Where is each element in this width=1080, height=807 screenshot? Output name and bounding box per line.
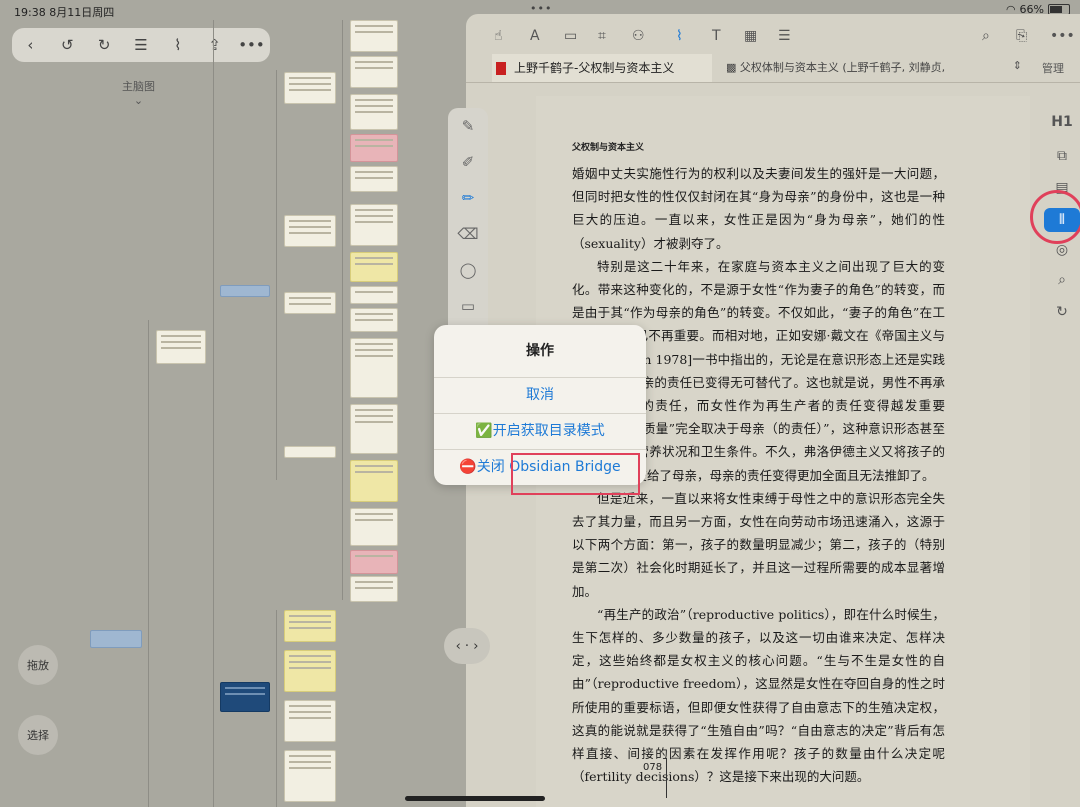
drag-button[interactable]: 拖放 [18, 645, 58, 685]
highlighter-icon[interactable]: ✐ [448, 144, 488, 180]
mindmap-node[interactable] [284, 72, 336, 104]
lasso-icon[interactable]: ◯ [448, 252, 488, 288]
stop-icon: ⛔ [459, 459, 477, 475]
connector [342, 20, 343, 600]
copy-icon[interactable]: ⧉ [1044, 148, 1080, 164]
bookmark-icon[interactable]: ⎘ [1016, 28, 1027, 44]
mindmap-node[interactable] [350, 166, 398, 192]
mindmap-node[interactable] [350, 204, 398, 246]
page-divider [666, 758, 667, 798]
pdf-toolbar: ☝ A ▭ ⌗ ⚇ ⌇ T ▦ ☰ ⌕ ⎘ ••• [466, 20, 1080, 54]
mindmap-node[interactable] [284, 750, 336, 802]
mindmap-node[interactable] [350, 404, 398, 454]
select-button[interactable]: 选择 [18, 715, 58, 755]
mindmap-pane: ‹ ↺ ↻ ☰ ⌇ ⇪ ••• 主脑图 ⌄ 拖放 选择 [0, 20, 466, 807]
manage-tabs-button[interactable]: 管理 [1042, 60, 1064, 76]
mindmap-node[interactable] [220, 285, 270, 297]
cancel-button[interactable]: 取消 [434, 377, 646, 413]
lasso-icon[interactable]: ⌗ [598, 28, 606, 44]
highlight-circle [1030, 190, 1080, 244]
page-header: 父权制与资本主义 [572, 143, 645, 153]
doc-tabs: 上野千鹤子-父权制与资本主义 ▩ 父权体制与资本主义 (上野千鹤子, 刘静贞,.… [466, 54, 1080, 83]
mindmap-node[interactable] [350, 460, 398, 502]
action-sheet-title: 操作 [526, 343, 554, 359]
mindmap-node[interactable] [284, 610, 336, 642]
undo-icon[interactable]: ↺ [53, 36, 81, 54]
hand-icon[interactable]: ☝ [494, 28, 503, 44]
enable-toc-mode-button[interactable]: ✅开启获取目录模式 [434, 413, 646, 449]
mindmap-node[interactable] [350, 338, 398, 398]
mindmap-node[interactable] [350, 94, 398, 130]
ruler-icon[interactable]: ▭ [448, 288, 488, 324]
paragraph: 婚姻中丈夫实施性行为的权利以及夫妻间发生的强奸是一大问题，但同时把女性的性仅仅封… [572, 166, 945, 251]
mindmap-node[interactable] [350, 308, 398, 332]
heading-icon[interactable]: H1 [1044, 114, 1080, 130]
mindmap-node[interactable] [284, 292, 336, 314]
search-icon[interactable]: ⌕ [982, 28, 990, 44]
paragraph: “再生产的政治”（reproductive politics），即在什么时候生，… [572, 606, 945, 785]
check-icon: ✅ [475, 423, 493, 439]
fountain-pen-icon[interactable]: ✎ [448, 108, 488, 144]
brain-map-label[interactable]: 主脑图 ⌄ [122, 78, 155, 107]
mindmap-node[interactable] [284, 700, 336, 742]
connector [276, 70, 277, 480]
doc-icon: ▩ [726, 61, 740, 74]
note-icon[interactable]: ☰ [778, 28, 791, 44]
sort-icon[interactable]: ⇕ [1013, 59, 1022, 72]
pdf-icon [496, 62, 506, 75]
mindmap-node[interactable] [156, 330, 206, 364]
pen-icon[interactable]: ⌇ [676, 28, 683, 44]
refresh-icon[interactable]: ↻ [1044, 304, 1080, 320]
share-icon[interactable]: ⇪ [201, 36, 229, 54]
highlight-box [511, 453, 640, 495]
mindmap-node[interactable] [350, 286, 398, 304]
connector [148, 320, 149, 807]
mindmap-node[interactable] [350, 576, 398, 602]
rect-select-icon[interactable]: ▭ [564, 28, 577, 44]
back-icon[interactable]: ‹ [16, 36, 44, 54]
search-icon[interactable]: ⌕ [1044, 272, 1080, 288]
more-icon[interactable]: ••• [1050, 28, 1075, 44]
mindmap-node[interactable] [350, 550, 398, 574]
draw-icon[interactable]: ⌇ [164, 36, 192, 54]
split-view-handle[interactable]: ‹ · › [444, 628, 490, 664]
page-number: 078 [643, 762, 663, 773]
connector [213, 20, 214, 807]
tab-current-doc[interactable]: 上野千鹤子-父权制与资本主义 [492, 54, 712, 82]
magic-select-icon[interactable]: ⚇ [632, 28, 645, 44]
mindmap-node[interactable] [284, 215, 336, 247]
status-time: 19:38 8月11日周四 [14, 6, 115, 19]
mindmap-toolbar: ‹ ↺ ↻ ☰ ⌇ ⇪ ••• [12, 28, 270, 62]
textbox-icon[interactable]: T [712, 28, 721, 44]
outline-icon[interactable]: ☰ [127, 36, 155, 54]
eraser-icon[interactable]: ⌫ [448, 216, 488, 252]
mindmap-node[interactable] [284, 650, 336, 692]
connector [276, 610, 277, 807]
mindmap-node[interactable] [350, 508, 398, 546]
mindmap-node[interactable] [90, 630, 142, 648]
mindmap-node[interactable] [350, 252, 398, 282]
tab-other-doc[interactable]: ▩ 父权体制与资本主义 (上野千鹤子, 刘静贞,... [726, 54, 946, 82]
chevron-down-icon: ⌄ [133, 94, 144, 107]
mindmap-node-selected[interactable] [220, 682, 270, 712]
mindmap-node[interactable] [284, 446, 336, 458]
mindmap-node[interactable] [350, 134, 398, 162]
battery-fill [1050, 6, 1062, 13]
paragraph: 但是近来，一直以来将女性束缚于母性之中的意识形态完全失去了其力量，而且另一方面，… [572, 490, 945, 599]
redo-icon[interactable]: ↻ [90, 36, 118, 54]
mindmap-node[interactable] [350, 20, 398, 52]
image-icon[interactable]: ▦ [744, 28, 757, 44]
text-highlight-icon[interactable]: A [530, 28, 540, 44]
more-icon[interactable]: ••• [237, 36, 265, 54]
target-icon[interactable]: ◎ [1044, 242, 1080, 258]
home-indicator[interactable] [405, 796, 545, 801]
annotation-toolbar: ✎ ✐ ✏ ⌫ ◯ ▭ ••• [448, 108, 488, 351]
mindmap-node[interactable] [350, 56, 398, 88]
pencil-icon[interactable]: ✏ [448, 180, 488, 216]
